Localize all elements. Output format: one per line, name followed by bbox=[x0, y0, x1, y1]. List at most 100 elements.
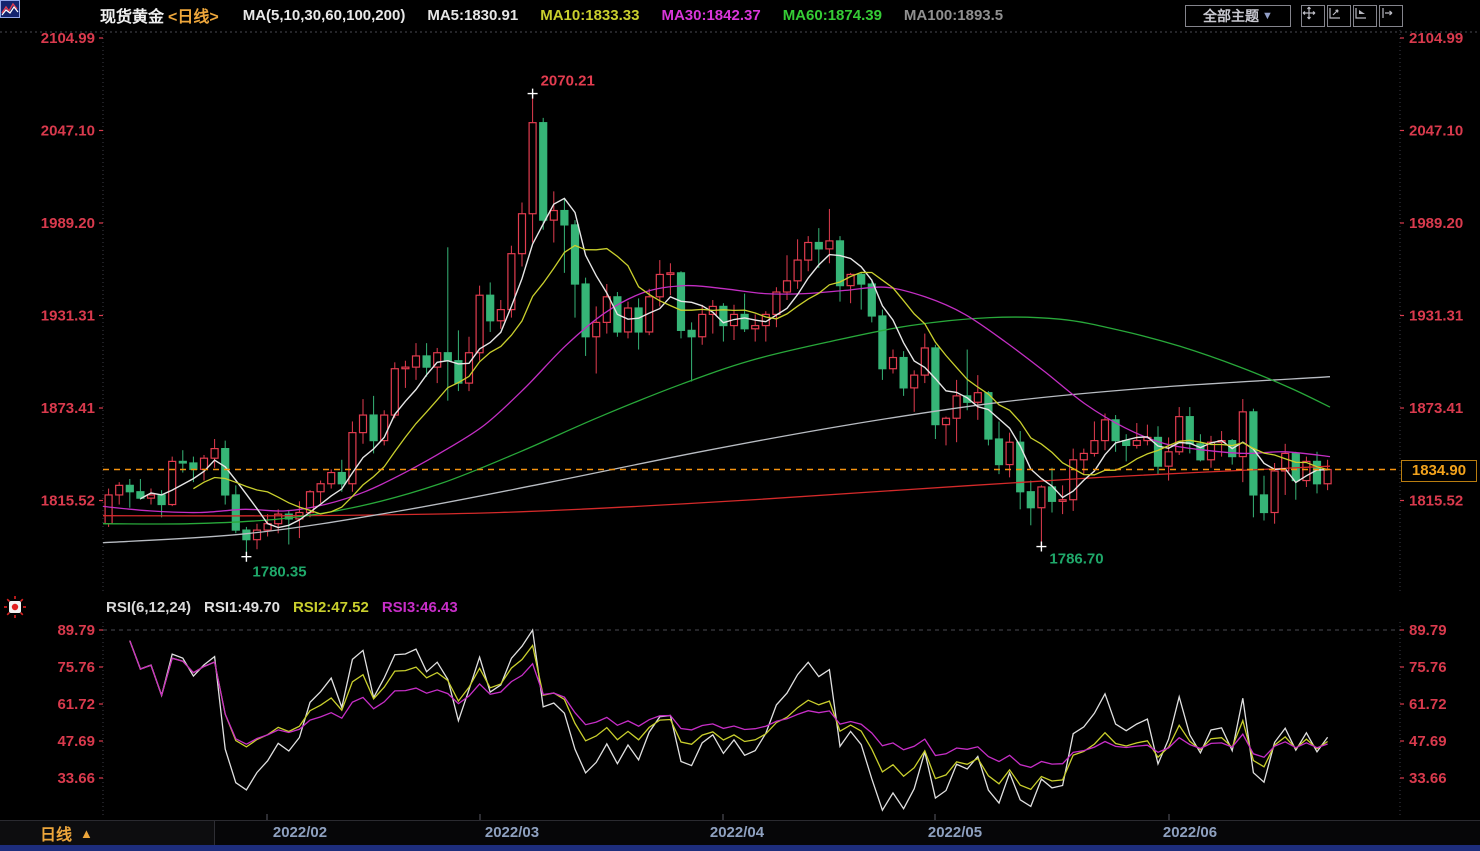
pan-tool-button[interactable] bbox=[1301, 5, 1325, 27]
chart-window: 2104.992104.992047.102047.101989.201989.… bbox=[0, 0, 1480, 851]
candle[interactable] bbox=[1038, 485, 1045, 546]
candle[interactable] bbox=[561, 199, 568, 272]
candle[interactable] bbox=[529, 94, 536, 243]
candle[interactable] bbox=[1059, 485, 1066, 514]
candle[interactable] bbox=[911, 370, 918, 412]
candle[interactable] bbox=[688, 322, 695, 381]
symbol-name: 现货黄金 bbox=[100, 3, 164, 27]
candle[interactable] bbox=[116, 482, 123, 504]
candle[interactable] bbox=[1303, 457, 1310, 487]
candle[interactable] bbox=[1324, 460, 1331, 490]
candle[interactable] bbox=[773, 287, 780, 327]
candle[interactable] bbox=[328, 469, 335, 488]
candle[interactable] bbox=[678, 271, 685, 338]
candle[interactable] bbox=[582, 278, 589, 356]
candle[interactable] bbox=[1080, 449, 1087, 475]
candle[interactable] bbox=[95, 521, 102, 542]
price-axis-label-right: 1873.41 bbox=[1409, 400, 1463, 417]
candle[interactable] bbox=[126, 479, 133, 508]
last-price-badge[interactable]: 1834.90 bbox=[1401, 460, 1477, 482]
rsi-axis-label-right: 33.66 bbox=[1409, 770, 1447, 787]
candle[interactable] bbox=[996, 421, 1003, 474]
candle[interactable] bbox=[699, 305, 706, 345]
candle[interactable] bbox=[1123, 434, 1130, 461]
shift-right-button[interactable] bbox=[1379, 5, 1403, 27]
candle[interactable] bbox=[317, 481, 324, 503]
theme-dropdown-button[interactable]: 全部主题 ▼ bbox=[1185, 5, 1291, 27]
candle[interactable] bbox=[222, 441, 229, 505]
candle[interactable] bbox=[1271, 463, 1278, 524]
rsi-lines-layer bbox=[130, 630, 1328, 810]
candle[interactable] bbox=[169, 457, 176, 507]
candle[interactable] bbox=[519, 203, 526, 267]
candle[interactable] bbox=[943, 417, 950, 446]
candle[interactable] bbox=[338, 460, 345, 492]
candle[interactable] bbox=[794, 239, 801, 289]
candle[interactable] bbox=[709, 300, 716, 334]
candle[interactable] bbox=[805, 236, 812, 271]
candle[interactable] bbox=[900, 351, 907, 396]
candle[interactable] bbox=[1091, 421, 1098, 456]
candle[interactable] bbox=[932, 345, 939, 439]
candle[interactable] bbox=[1250, 409, 1257, 518]
candle[interactable] bbox=[837, 236, 844, 302]
candle[interactable] bbox=[890, 350, 897, 374]
candle[interactable] bbox=[625, 302, 632, 339]
period-selector-button[interactable]: 日线 ▲ bbox=[0, 821, 215, 845]
candle[interactable] bbox=[741, 294, 748, 332]
candle[interactable] bbox=[921, 334, 928, 384]
x-axis-label: 2022/06 bbox=[1145, 824, 1235, 841]
candle[interactable] bbox=[1186, 407, 1193, 453]
candle[interactable] bbox=[1314, 452, 1321, 494]
red-sun-icon bbox=[3, 595, 27, 619]
bottom-scrollbar[interactable] bbox=[0, 845, 1480, 851]
candle[interactable] bbox=[349, 421, 356, 491]
scale-y-axis-button[interactable] bbox=[1327, 5, 1351, 27]
candle[interactable] bbox=[487, 282, 494, 332]
candle[interactable] bbox=[1292, 452, 1299, 500]
candle[interactable] bbox=[1133, 423, 1140, 449]
candle[interactable] bbox=[550, 191, 557, 242]
ma60-line bbox=[100, 317, 1330, 524]
candle[interactable] bbox=[391, 362, 398, 418]
candle[interactable] bbox=[370, 396, 377, 454]
ma200-line bbox=[100, 466, 1330, 516]
candle[interactable] bbox=[953, 380, 960, 442]
candle[interactable] bbox=[497, 300, 504, 329]
candle[interactable] bbox=[413, 343, 420, 380]
candle[interactable] bbox=[254, 524, 261, 550]
candle[interactable] bbox=[784, 255, 791, 300]
price-annotation: 1786.70 bbox=[1049, 551, 1103, 568]
candle[interactable] bbox=[1229, 439, 1236, 465]
period-label: 日线 bbox=[40, 821, 72, 845]
scale-x-axis-button[interactable] bbox=[1353, 5, 1377, 27]
candle[interactable] bbox=[444, 247, 451, 400]
candle[interactable] bbox=[540, 118, 547, 230]
candle[interactable] bbox=[402, 361, 409, 388]
candle[interactable] bbox=[858, 273, 865, 310]
candle[interactable] bbox=[1049, 468, 1056, 513]
x-axis-label: 2022/04 bbox=[692, 824, 782, 841]
axis-scale-up-icon bbox=[1328, 6, 1342, 20]
candle[interactable] bbox=[1006, 433, 1013, 478]
candle[interactable] bbox=[1144, 425, 1151, 446]
candle[interactable] bbox=[360, 399, 367, 444]
candlestick-chart-canvas[interactable]: 2104.992104.992047.102047.101989.201989.… bbox=[0, 0, 1480, 851]
main-legend: 现货黄金<日线> MA(5,10,30,60,100,200) MA5:1830… bbox=[0, 3, 1003, 27]
candle[interactable] bbox=[879, 310, 886, 380]
candle[interactable] bbox=[1261, 476, 1268, 521]
candle[interactable] bbox=[974, 375, 981, 420]
header-bar: 现货黄金<日线> MA(5,10,30,60,100,200) MA5:1830… bbox=[0, 0, 1480, 30]
rsi-axis-label-left: 75.76 bbox=[57, 659, 95, 676]
candle[interactable] bbox=[985, 391, 992, 445]
rsi3-value: RSI3:46.43 bbox=[382, 599, 458, 616]
candle[interactable] bbox=[137, 479, 144, 500]
candle[interactable] bbox=[603, 284, 610, 334]
candle[interactable] bbox=[752, 314, 759, 341]
candle[interactable] bbox=[1027, 481, 1034, 526]
candle[interactable] bbox=[148, 489, 155, 505]
candle[interactable] bbox=[572, 220, 579, 317]
candle[interactable] bbox=[635, 298, 642, 349]
candle[interactable] bbox=[667, 263, 674, 295]
candle[interactable] bbox=[593, 306, 600, 373]
